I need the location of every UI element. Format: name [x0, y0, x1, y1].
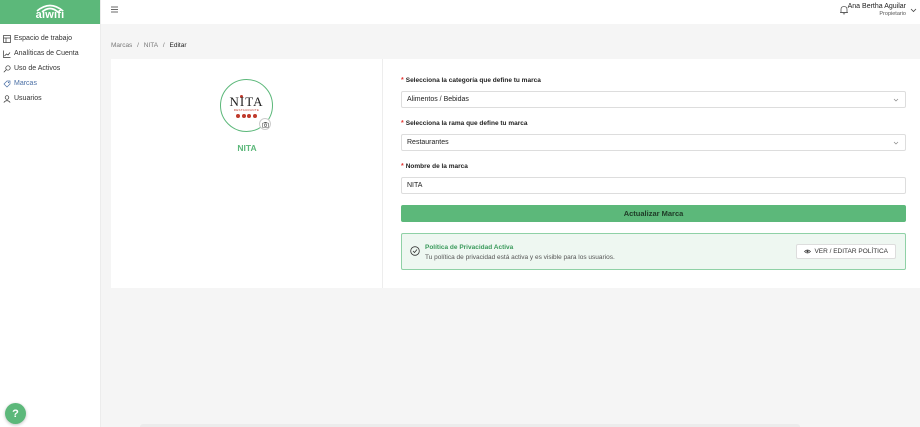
logo-text: aiwifi — [35, 9, 65, 21]
user-role: Propietario — [879, 11, 906, 17]
update-brand-button[interactable]: Actualizar Marca — [401, 205, 906, 222]
brand-edit-card: NITA RESTAURANTE NITA * Selecciona la cat… — [111, 59, 920, 288]
sidebar-item-label: Analíticas de Cuenta — [14, 50, 79, 57]
brand-name-value: NITA — [407, 182, 423, 189]
breadcrumb-link-marcas[interactable]: Marcas — [111, 42, 132, 49]
sidebar-nav: Espacio de trabajo Analíticas de Cuenta … — [0, 31, 100, 106]
required-mark: * — [401, 120, 404, 127]
breadcrumb-link-nita[interactable]: NITA — [144, 42, 158, 49]
user-name: Ana Bertha Aguilar — [847, 3, 906, 10]
breadcrumb-separator: / — [162, 42, 165, 49]
breadcrumb-separator: / — [137, 42, 139, 49]
sidebar-item-usuarios[interactable]: Usuarios — [0, 91, 100, 106]
sidebar-item-analiticas[interactable]: Analíticas de Cuenta — [0, 46, 100, 61]
upload-logo-button[interactable] — [259, 118, 271, 130]
name-label-text: Nombre de la marca — [405, 163, 468, 170]
category-label: * Selecciona la categoría que define tu m… — [401, 77, 541, 84]
category-select[interactable]: Alimentos / Bebidas — [401, 91, 906, 108]
sidebar-item-label: Uso de Activos — [14, 65, 61, 72]
category-value: Alimentos / Bebidas — [407, 96, 469, 103]
sidebar-item-label: Marcas — [14, 80, 37, 87]
camera-icon — [261, 121, 269, 128]
sidebar: aiwifi Espacio de trabajo Analíticas de … — [0, 0, 101, 427]
sidebar-item-label: Espacio de trabajo — [14, 35, 72, 42]
brand-name-label: NITA — [237, 143, 257, 153]
check-circle-icon — [410, 246, 420, 256]
chevron-down-icon — [893, 98, 899, 102]
branch-label-text: Selecciona la rama que define tu marca — [405, 120, 528, 127]
eye-icon — [804, 249, 812, 254]
chevron-down-icon — [893, 141, 899, 145]
app-logo[interactable]: aiwifi — [0, 0, 100, 24]
brand-preview-panel: NITA RESTAURANTE NITA — [111, 59, 383, 288]
brand-name-input[interactable]: NITA — [401, 177, 906, 194]
grid-icon — [3, 34, 11, 43]
name-label: * Nombre de la marca — [401, 163, 468, 170]
sidebar-item-uso-activos[interactable]: Uso de Activos — [0, 61, 100, 76]
tag-icon — [3, 80, 11, 87]
privacy-title: Política de Privacidad Activa — [425, 244, 514, 251]
chart-icon — [3, 50, 11, 58]
topbar: Ana Bertha Aguilar Propietario — [101, 0, 920, 24]
help-button[interactable]: ? — [5, 403, 26, 424]
key-icon — [3, 64, 11, 72]
privacy-policy-banner: Política de Privacidad Activa Tu polític… — [401, 233, 906, 270]
user-menu[interactable]: Ana Bertha Aguilar Propietario — [848, 3, 906, 18]
required-mark: * — [401, 163, 404, 170]
view-edit-policy-label: VER / EDITAR POLÍTICA — [814, 248, 888, 255]
breadcrumb-current: Editar — [169, 42, 187, 49]
required-mark: * — [401, 77, 404, 84]
user-icon — [3, 94, 11, 103]
privacy-description: Tu política de privacidad está activa y … — [425, 254, 615, 261]
branch-value: Restaurantes — [407, 139, 449, 146]
view-edit-policy-button[interactable]: VER / EDITAR POLÍTICA — [796, 244, 896, 259]
branch-label: * Selecciona la rama que define tu marca — [401, 120, 527, 127]
sidebar-item-espacio[interactable]: Espacio de trabajo — [0, 31, 100, 46]
logo-brand-text: NITA — [229, 94, 264, 109]
chevron-down-icon[interactable] — [910, 7, 917, 14]
breadcrumb: Marcas / NITA / Editar — [111, 42, 190, 49]
branch-select[interactable]: Restaurantes — [401, 134, 906, 151]
sidebar-item-marcas[interactable]: Marcas — [0, 76, 100, 91]
menu-icon[interactable] — [111, 6, 118, 13]
category-label-text: Selecciona la categoría que define tu ma… — [405, 77, 541, 84]
sidebar-item-label: Usuarios — [14, 95, 42, 102]
